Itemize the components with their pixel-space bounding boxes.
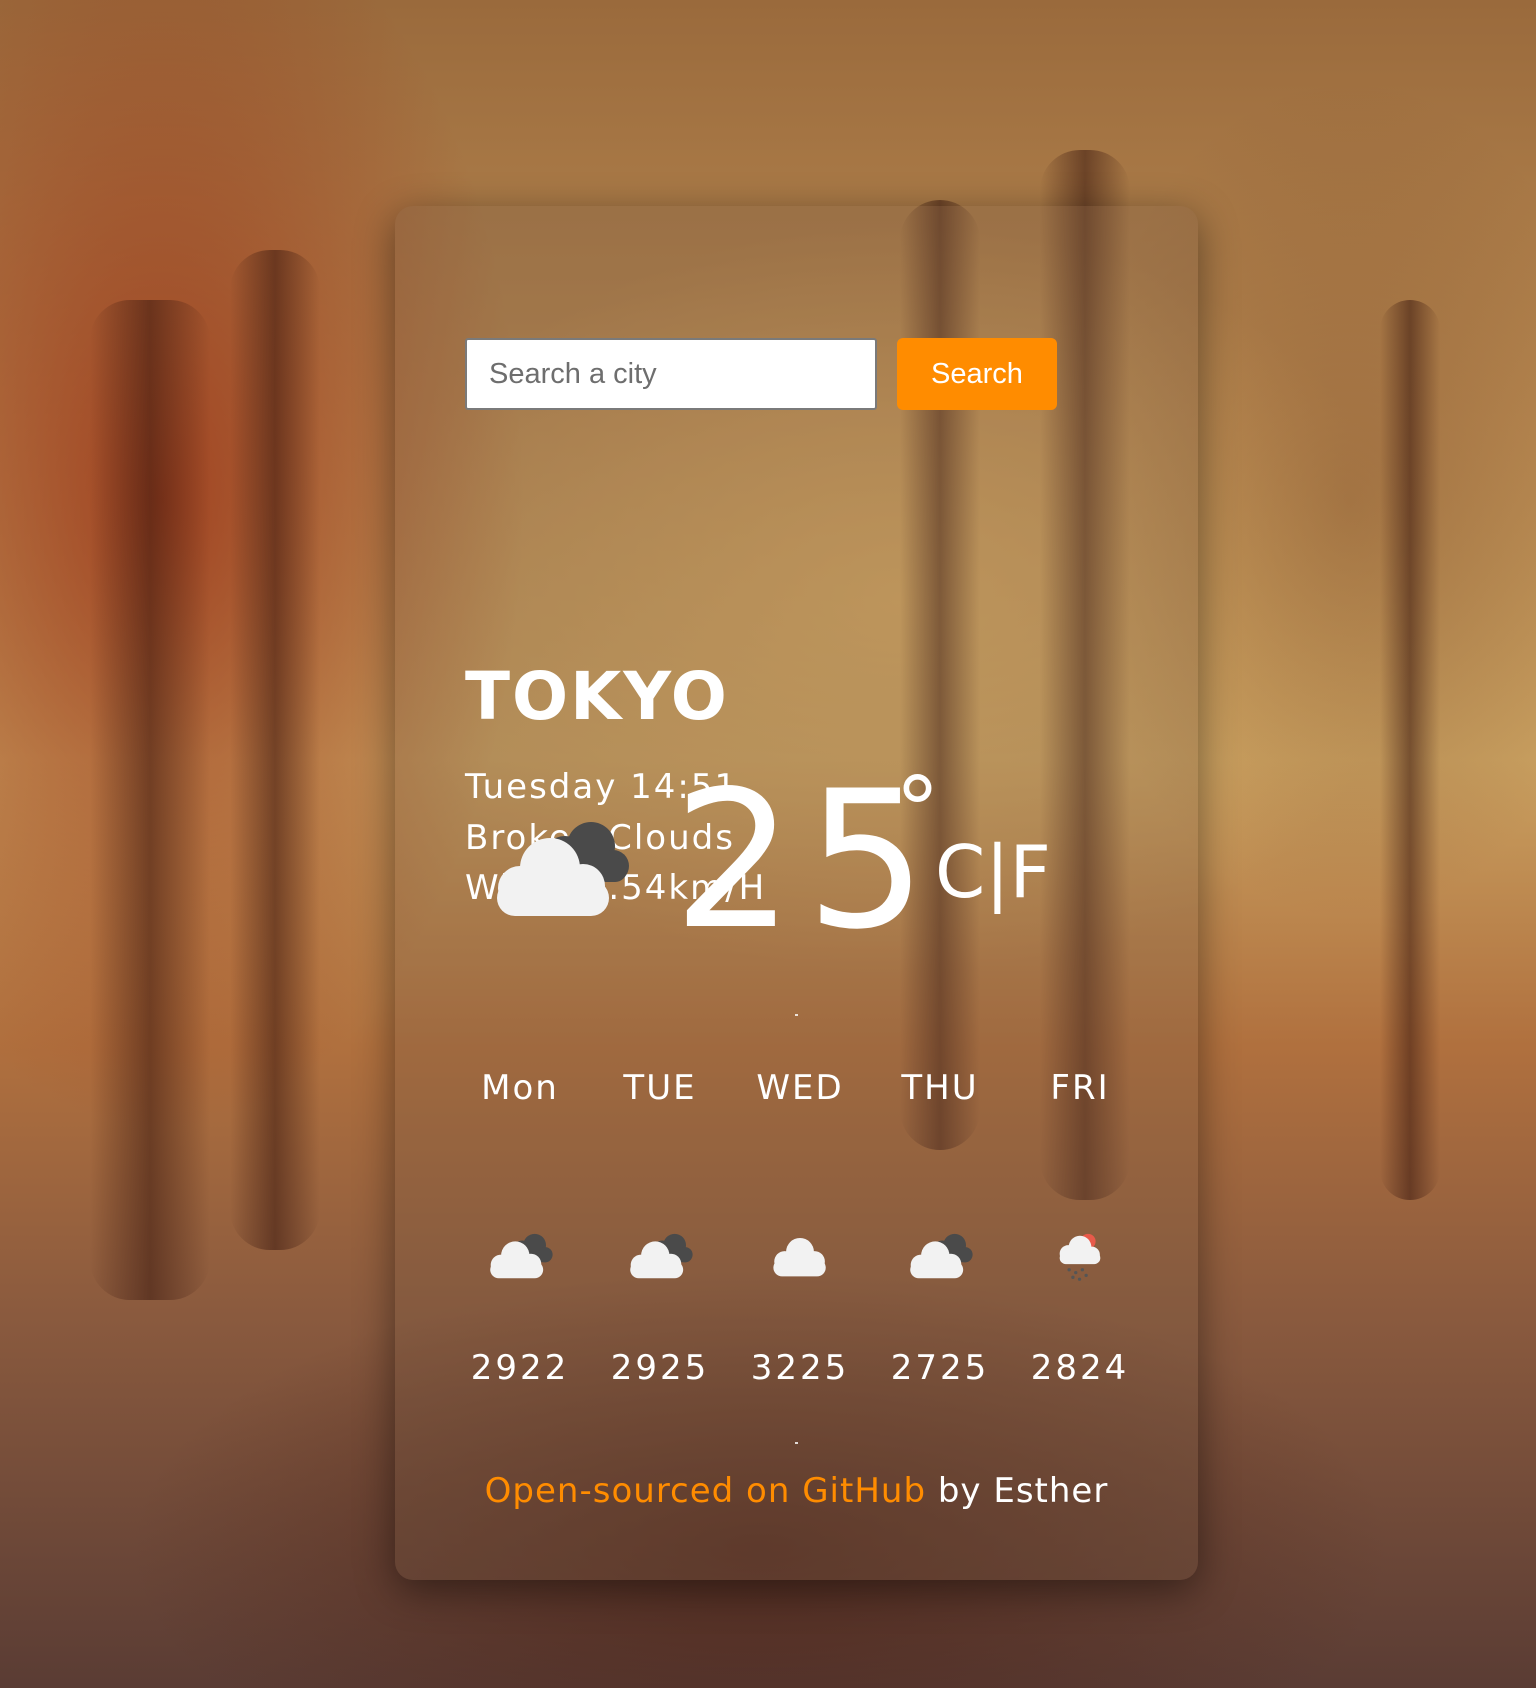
forecast-day: TUE 2925 <box>590 1071 730 1385</box>
degree-symbol: ° <box>895 758 940 863</box>
search-input[interactable] <box>465 338 877 410</box>
divider-dot <box>795 1442 798 1444</box>
forecast-temps: 2922 <box>470 1348 570 1388</box>
fahrenheit-link[interactable]: F <box>1010 836 1051 908</box>
broken-clouds-icon <box>622 1231 698 1351</box>
forecast-row: Mon 2922 TUE 2925 WED 3225 THU 2725 FRI … <box>450 1071 1150 1385</box>
forecast-day-name: FRI <box>1050 1068 1110 1108</box>
forecast-temps: 2725 <box>890 1348 990 1388</box>
broken-clouds-icon <box>485 816 635 930</box>
rain-icon <box>1052 1231 1108 1351</box>
forecast-day-name: Mon <box>481 1068 559 1108</box>
forecast-day-name: WED <box>756 1068 844 1108</box>
footer-author: by Esther <box>926 1471 1109 1511</box>
forecast-day: Mon 2922 <box>450 1071 590 1385</box>
forecast-day: WED 3225 <box>730 1071 870 1385</box>
forecast-day: THU 2725 <box>870 1071 1010 1385</box>
footer: Open-sourced on GitHub by Esther <box>395 1474 1198 1508</box>
broken-clouds-icon <box>482 1231 558 1351</box>
forecast-temps: 3225 <box>750 1348 850 1388</box>
unit-toggle: C | F <box>935 836 1051 908</box>
unit-separator: | <box>985 830 1010 914</box>
search-form: Search <box>465 338 1057 410</box>
broken-clouds-icon <box>902 1231 978 1351</box>
forecast-day-name: TUE <box>623 1068 697 1108</box>
current-weather: 25 ° C | F <box>485 766 1105 976</box>
forecast-temps: 2824 <box>1030 1348 1130 1388</box>
forecast-day-name: THU <box>901 1068 979 1108</box>
forecast-day: FRI 2824 <box>1010 1071 1150 1385</box>
few-clouds-icon <box>765 1231 835 1351</box>
city-name: TOKYO <box>465 658 729 735</box>
celsius-link[interactable]: C <box>935 836 985 908</box>
divider-dot <box>795 1014 798 1016</box>
github-link[interactable]: Open-sourced on GitHub <box>485 1471 926 1511</box>
search-button[interactable]: Search <box>897 338 1057 410</box>
forecast-temps: 2925 <box>610 1348 710 1388</box>
weather-card: Search TOKYO Tuesday 14:51 Broken Clouds… <box>395 206 1198 1580</box>
